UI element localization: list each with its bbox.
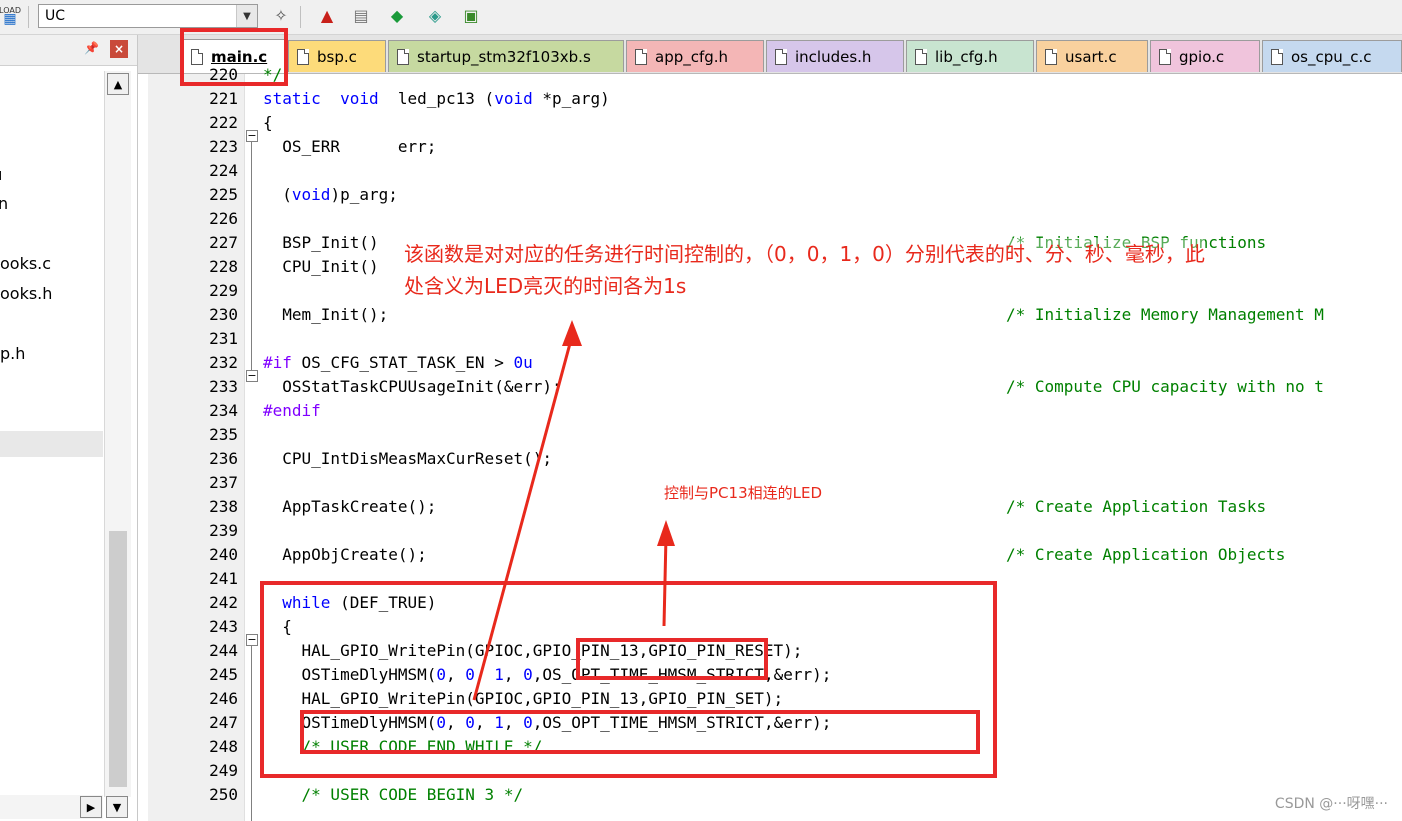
watermark: CSDN @···呀嘿··· [1274, 796, 1388, 812]
annotation-arrow-line [662, 535, 668, 627]
annotation-arrow-line [472, 335, 574, 701]
annotation-arrowhead [562, 320, 582, 346]
annotation-arrows [472, 320, 675, 701]
annotation-arrowhead [657, 520, 675, 546]
